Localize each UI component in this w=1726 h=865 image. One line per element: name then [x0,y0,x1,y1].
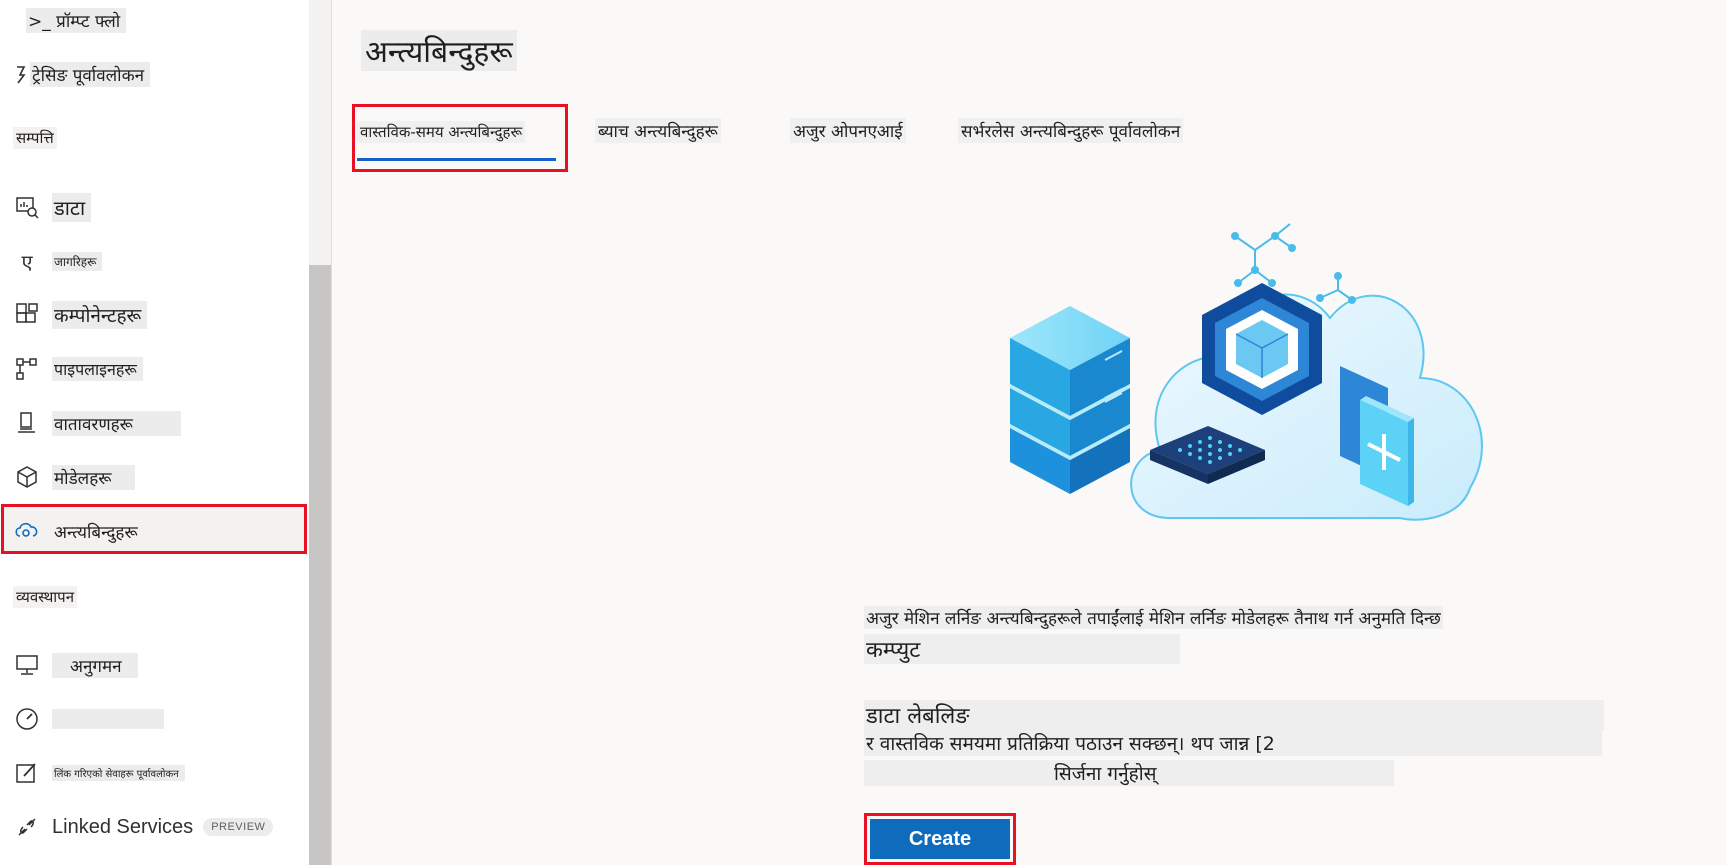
sidebar-item-label: ट्रेसिङ पूर्वावलोकन [30,61,151,87]
create-button-highlight: Create [864,813,1016,865]
sidebar-item-label: वातावरणहरू [52,410,181,436]
linked-services-icon [14,814,40,840]
sidebar-item-tracing[interactable]: ट्रेसिङ पूर्वावलोकन [14,59,151,89]
sidebar-item-label: लिंक गरिएको सेवाहरू पूर्वावलोकन [52,765,185,781]
monitoring-icon [14,652,40,678]
sidebar-item-pipelines[interactable]: पाइपलाइनहरू [14,354,143,384]
tracing-icon [14,61,28,87]
sidebar-item-endpoints[interactable]: अन्त्यबिन्दुहरू [14,516,144,546]
sidebar-item-compute[interactable] [14,704,164,734]
sidebar-item-linked-services-preview[interactable]: लिंक गरिएको सेवाहरू पूर्वावलोकन [14,758,185,788]
section-manage: व्यवस्थापन [13,586,78,608]
sidebar-item-data[interactable]: डाटा [14,192,92,222]
sidebar-item-label: Linked Services [52,815,194,838]
sidebar-item-monitoring[interactable]: अनुगमन [14,650,138,680]
sidebar-item-jobs[interactable]: ए जागरिहरू [14,246,103,276]
edit-icon [14,760,40,786]
description-line-1: अजुर मेशिन लर्निङ अन्त्यबिन्दुहरूले तपाई… [864,606,1443,629]
sidebar-item-prompt-flow[interactable]: >_ प्रॉम्प्ट फ्लो [14,5,127,35]
description-line-3: डाटा लेबलिङ [864,700,1604,730]
tab-realtime-endpoints[interactable]: वास्तविक-समय अन्त्यबिन्दुहरू [357,121,526,143]
sidebar-item-linked-services[interactable]: Linked Services PREVIEW [14,812,274,842]
tab-batch-endpoints[interactable]: ब्याच अन्त्यबिन्दुहरू [595,118,721,143]
tab-serverless-endpoints[interactable]: सर्भरलेस अन्त्यबिन्दुहरू पूर्वावलोकन [958,118,1184,143]
description-line-2: कम्प्युट [864,634,1180,664]
sidebar-item-label: डाटा [52,192,92,222]
sidebar-item-models[interactable]: मोडेलहरू [14,462,136,492]
sidebar-item-components[interactable]: कम्पोनेन्टहरू [14,300,148,330]
jobs-icon: ए [21,249,33,274]
page-title: अन्त्यबिन्दुहरू [361,30,517,71]
section-assets: सम्पत्ति [13,127,57,149]
sidebar-item-label: अन्त्यबिन्दुहरू [52,518,144,544]
sidebar-item-environments[interactable]: वातावरणहरू [14,408,181,438]
endpoints-icon [14,518,40,544]
description-line-5: सिर्जना गर्नुहोस् [864,760,1394,786]
tab-selected-indicator [357,158,556,161]
sidebar-item-label: मोडेलहरू [52,464,136,490]
sidebar-item-label: जागरिहरू [52,251,103,271]
create-button[interactable]: Create [870,819,1010,859]
components-icon [14,302,40,328]
endpoints-illustration [1010,223,1483,521]
sidebar-item-label: अनुगमन [52,652,138,678]
sidebar-item-label [52,709,164,729]
pipelines-icon [14,356,40,382]
sidebar-divider [331,0,332,865]
sidebar-scrollbar-thumb[interactable] [309,265,331,865]
sidebar-item-label: कम्पोनेन्टहरू [52,301,148,329]
preview-badge: PREVIEW [203,818,274,836]
models-icon [14,464,40,490]
tab-azure-openai[interactable]: अजुर ओपनएआई [790,118,906,143]
gauge-icon [14,706,40,732]
sidebar-item-label: पाइपलाइनहरू [52,357,143,381]
description-line-4: र वास्तविक समयमा प्रतिक्रिया पठाउन सक्छन… [864,730,1602,756]
data-icon [14,194,40,220]
environments-icon [14,410,40,436]
sidebar-item-label: >_ प्रॉम्प्ट फ्लो [26,7,127,33]
